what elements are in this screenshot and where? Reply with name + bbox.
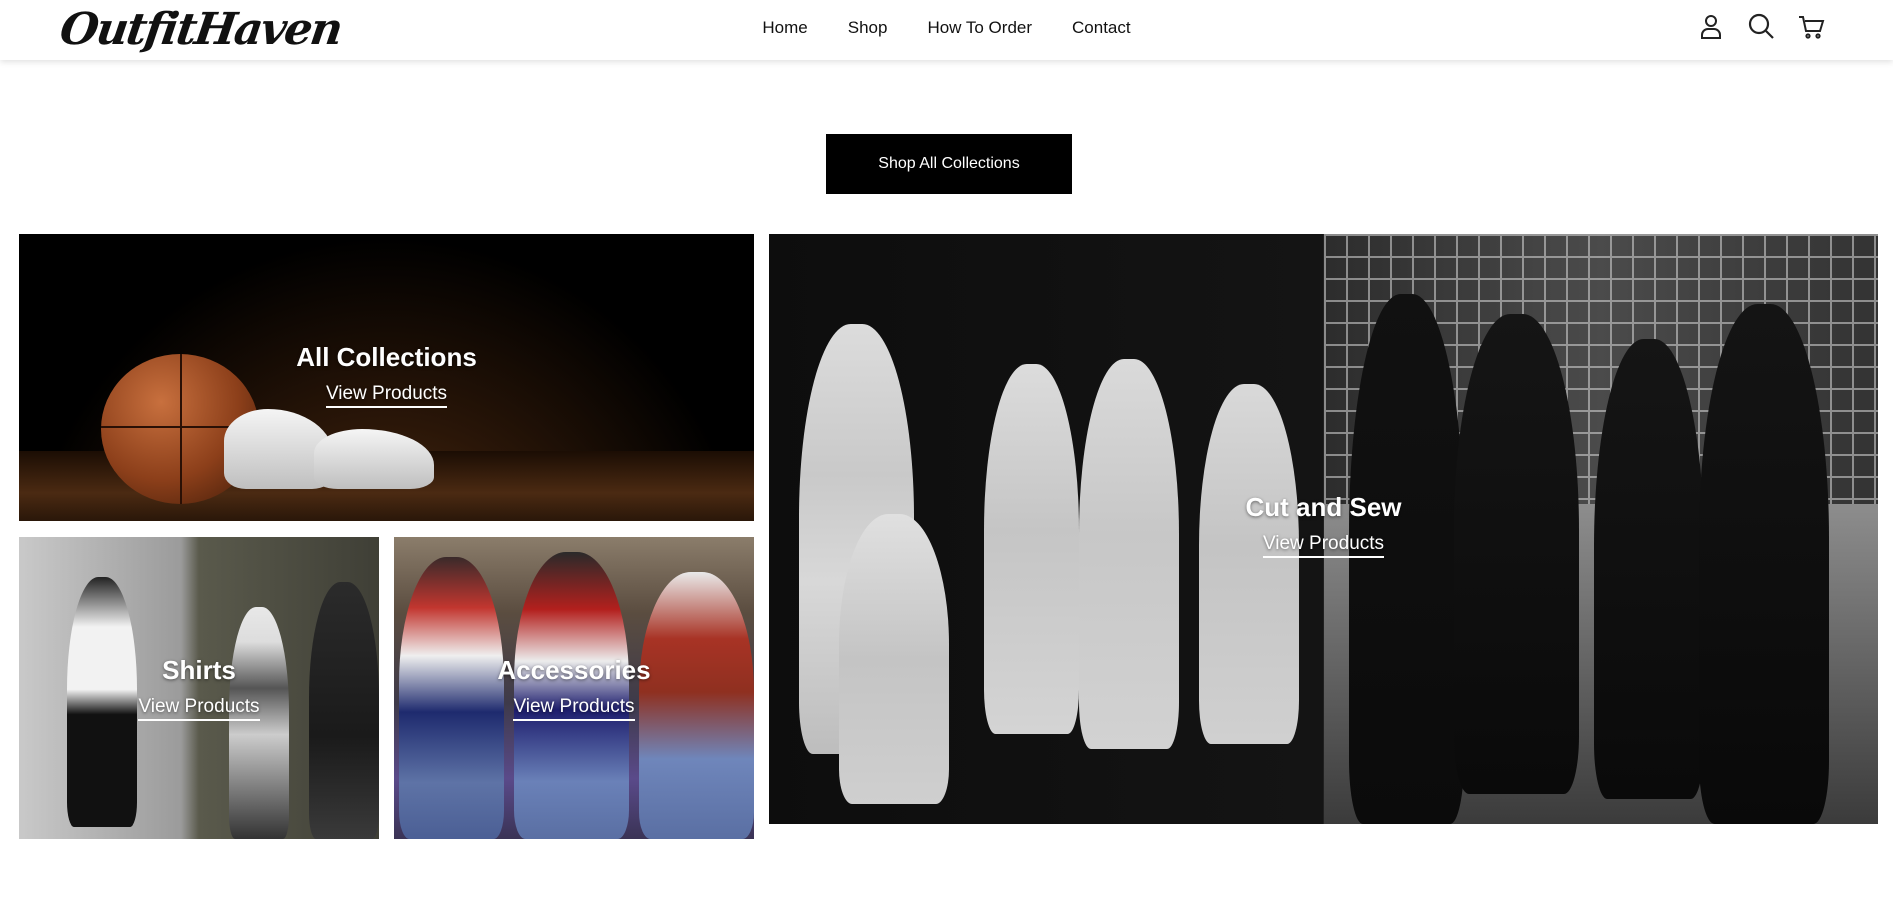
model-image <box>1699 304 1829 824</box>
tile-title-shirts: Shirts <box>162 655 236 685</box>
account-icon[interactable] <box>1697 12 1725 40</box>
search-icon[interactable] <box>1747 12 1775 40</box>
nav-how-to-order[interactable]: How To Order <box>927 18 1032 38</box>
main-nav: Home Shop How To Order Contact <box>0 0 1893 56</box>
sneaker-image <box>314 429 434 489</box>
tile-caption: Cut and Sew View Products <box>769 492 1878 558</box>
header-icons <box>1697 12 1825 40</box>
model-image <box>229 607 289 839</box>
tile-title-cut-and-sew: Cut and Sew <box>1245 492 1402 522</box>
tile-title-all-collections: All Collections <box>296 342 477 372</box>
tile-cut-and-sew[interactable]: Cut and Sew View Products <box>769 234 1878 824</box>
tile-caption: Accessories View Products <box>394 655 754 721</box>
site-header: OutfitHaven Home Shop How To Order Conta… <box>0 0 1893 60</box>
model-image <box>1199 384 1299 744</box>
tile-shirts[interactable]: Shirts View Products <box>19 537 379 839</box>
tile-all-collections[interactable]: All Collections View Products <box>19 234 754 521</box>
model-image <box>1594 339 1704 799</box>
shop-all-collections-button[interactable]: Shop All Collections <box>826 134 1072 194</box>
tile-caption: Shirts View Products <box>19 655 379 721</box>
tile-title-accessories: Accessories <box>497 655 651 685</box>
view-products-link-shirts[interactable]: View Products <box>138 696 260 721</box>
view-products-link-cut-and-sew[interactable]: View Products <box>1262 533 1385 558</box>
view-products-link-all[interactable]: View Products <box>325 383 448 408</box>
cart-icon[interactable] <box>1797 12 1825 40</box>
nav-home[interactable]: Home <box>762 18 807 38</box>
nav-shop[interactable]: Shop <box>848 18 888 38</box>
nav-contact[interactable]: Contact <box>1072 18 1131 38</box>
tile-caption: All Collections View Products <box>19 342 754 408</box>
view-products-link-accessories[interactable]: View Products <box>513 696 635 721</box>
model-image <box>1349 294 1464 824</box>
tile-accessories[interactable]: Accessories View Products <box>394 537 754 839</box>
